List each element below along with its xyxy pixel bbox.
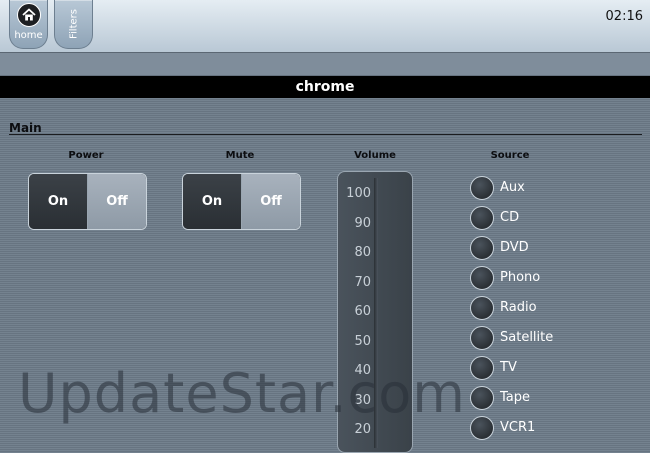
source-label: Source	[490, 150, 530, 161]
filters-tab-label: Filters	[68, 9, 79, 39]
sub-header-strip	[0, 53, 650, 75]
filters-tab[interactable]: Filters	[54, 0, 93, 49]
watermark: UpdateStar.com	[18, 362, 466, 425]
source-item-vcr1[interactable]: VCR1	[470, 416, 590, 442]
clock: 02:16	[605, 9, 643, 24]
source-item-aux[interactable]: Aux	[470, 176, 590, 202]
volume-label: Volume	[354, 150, 396, 161]
source-item-label: Tape	[500, 390, 531, 405]
volume-tick: 70	[354, 275, 371, 290]
mute-toggle: On Off	[182, 173, 301, 230]
radio-icon[interactable]	[470, 176, 494, 200]
home-tab[interactable]: home	[9, 0, 48, 49]
radio-icon[interactable]	[470, 206, 494, 230]
source-item-dvd[interactable]: DVD	[470, 236, 590, 262]
section-divider	[9, 134, 642, 135]
source-item-label: Satellite	[500, 330, 554, 345]
source-item-tv[interactable]: TV	[470, 356, 590, 382]
mute-on-button[interactable]: On	[183, 174, 242, 229]
source-item-label: DVD	[500, 240, 529, 255]
source-item-tape[interactable]: Tape	[470, 386, 590, 412]
source-item-cd[interactable]: CD	[470, 206, 590, 232]
source-item-radio[interactable]: Radio	[470, 296, 590, 322]
mute-label: Mute	[225, 150, 255, 161]
power-toggle: On Off	[28, 173, 147, 230]
source-item-label: CD	[500, 210, 520, 225]
volume-tick: 100	[346, 186, 371, 201]
source-item-label: Phono	[500, 270, 541, 285]
radio-icon[interactable]	[470, 386, 494, 410]
volume-tick: 50	[354, 334, 371, 349]
top-bar: home Filters 02:16	[0, 0, 650, 53]
radio-icon[interactable]	[470, 266, 494, 290]
source-item-label: Aux	[500, 180, 525, 195]
volume-tick: 80	[354, 245, 371, 260]
radio-icon[interactable]	[470, 356, 494, 380]
home-tab-label: home	[14, 30, 43, 41]
power-off-button[interactable]: Off	[88, 174, 146, 229]
radio-icon[interactable]	[470, 326, 494, 350]
source-item-phono[interactable]: Phono	[470, 266, 590, 292]
power-on-button[interactable]: On	[29, 174, 88, 229]
source-item-label: Radio	[500, 300, 537, 315]
page-title: chrome	[0, 76, 650, 98]
home-icon	[17, 3, 41, 27]
radio-icon[interactable]	[470, 416, 494, 440]
power-label: Power	[68, 150, 104, 161]
mute-off-button[interactable]: Off	[242, 174, 300, 229]
volume-tick: 90	[354, 216, 371, 231]
source-item-label: TV	[500, 360, 517, 375]
source-item-label: VCR1	[500, 420, 536, 435]
section-title: Main	[9, 121, 42, 135]
radio-icon[interactable]	[470, 296, 494, 320]
radio-icon[interactable]	[470, 236, 494, 260]
volume-tick: 60	[354, 304, 371, 319]
source-item-satellite[interactable]: Satellite	[470, 326, 590, 352]
